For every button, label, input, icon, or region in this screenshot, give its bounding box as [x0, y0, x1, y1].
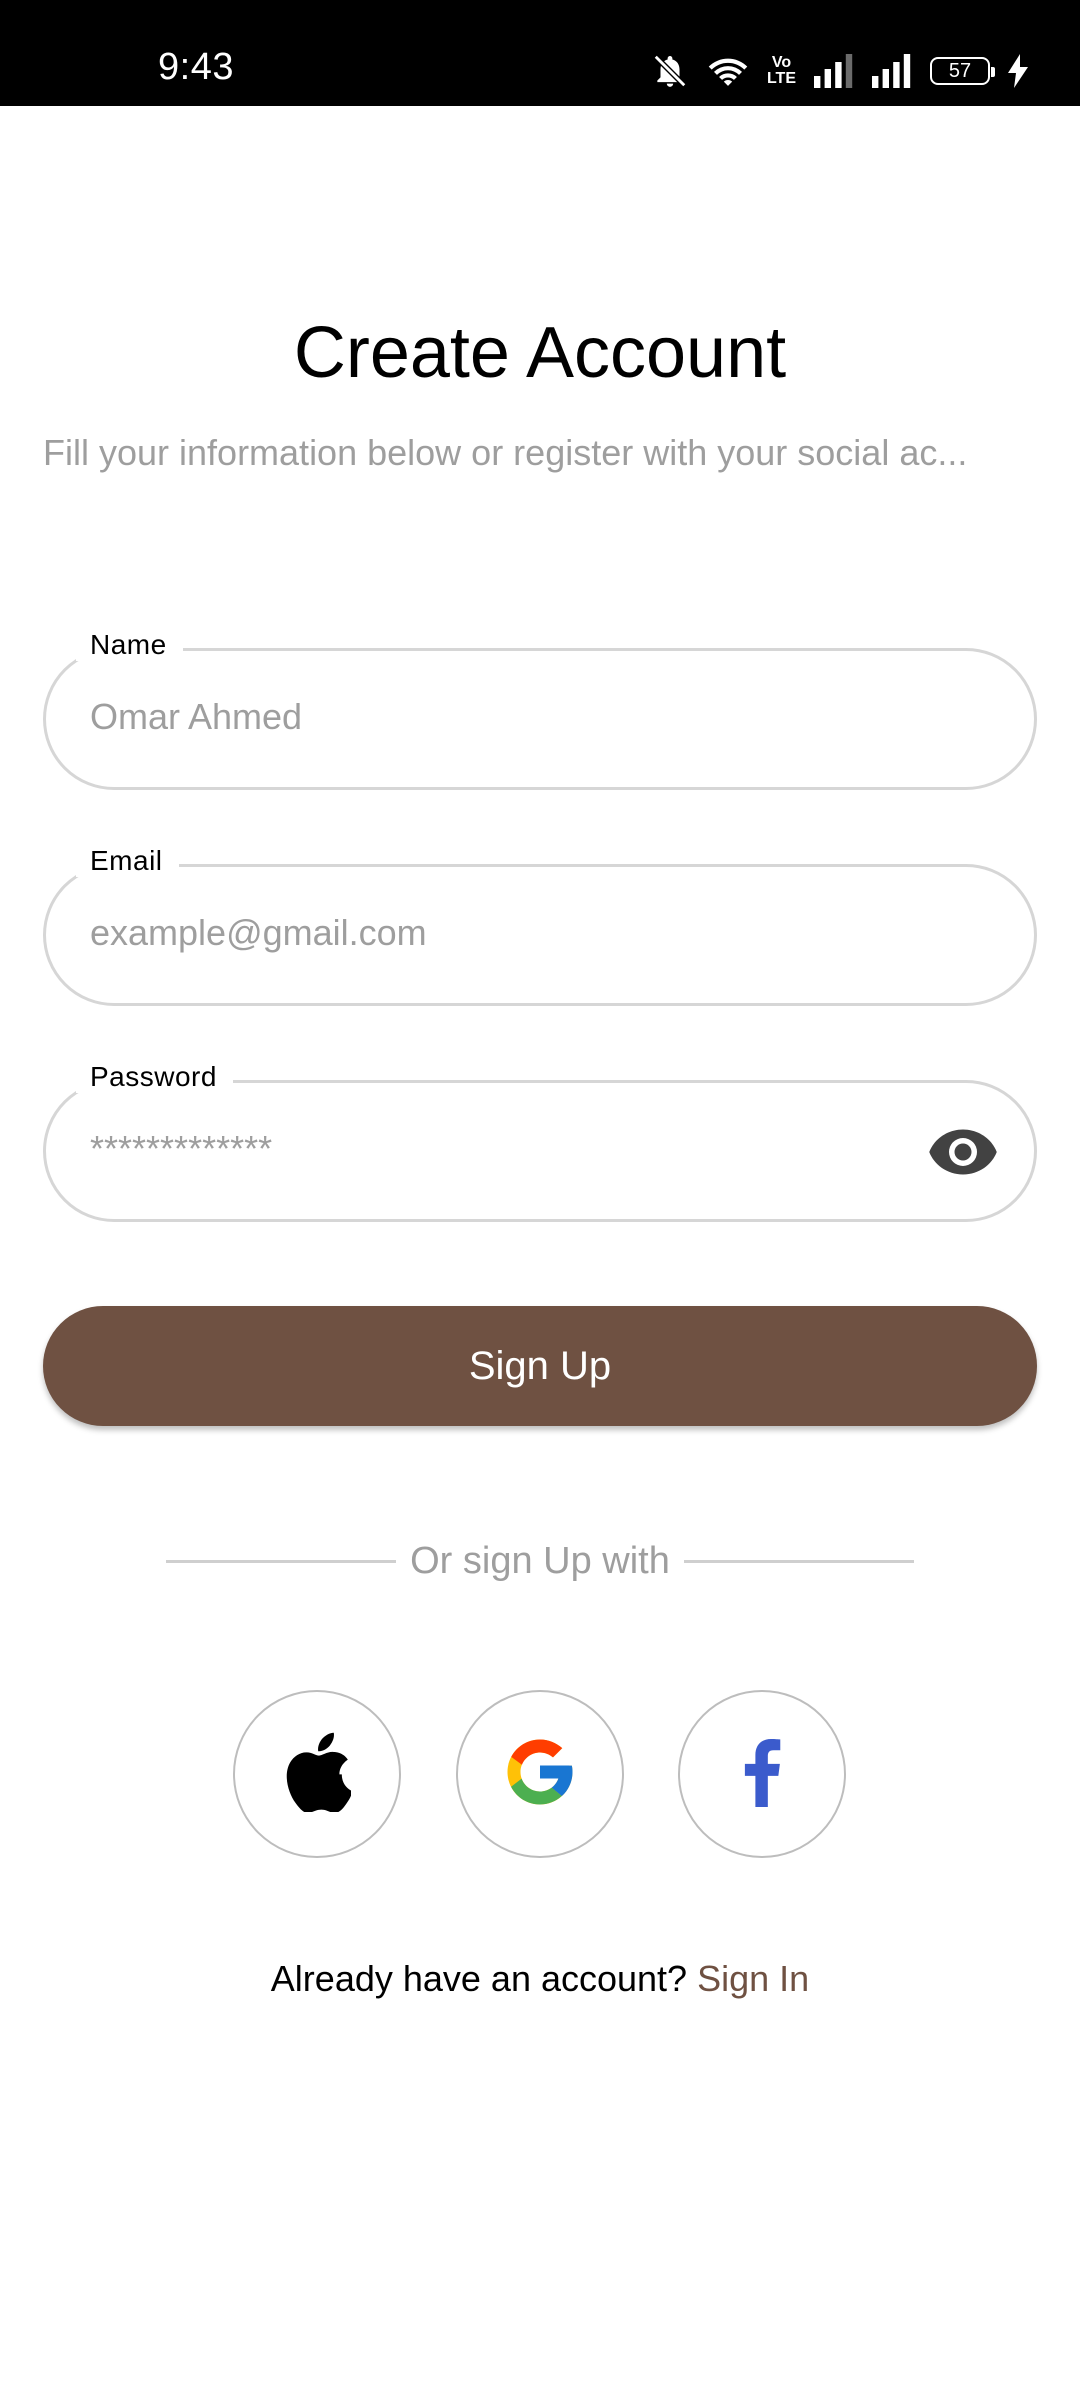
divider-line-left	[166, 1560, 397, 1563]
sign-in-link[interactable]: Sign In	[697, 1958, 809, 1999]
divider-line-right	[683, 1560, 914, 1563]
social-divider: Or sign Up with	[166, 1540, 914, 1583]
sign-in-row: Already have an account? Sign In	[0, 1958, 1080, 2000]
password-field[interactable]: Password	[43, 1061, 1037, 1222]
volte-line1: Vo	[771, 54, 792, 71]
volte-line2: LTE	[766, 70, 796, 87]
email-field[interactable]: Email	[43, 845, 1037, 1006]
signal-icon	[872, 54, 912, 88]
volte-icon: Vo LTE	[767, 55, 796, 87]
page-title: Create Account	[293, 313, 787, 393]
sign-up-button[interactable]: Sign Up	[43, 1306, 1037, 1426]
facebook-sign-in-button[interactable]	[678, 1690, 846, 1858]
divider-text: Or sign Up with	[410, 1540, 670, 1582]
page-subtitle: Fill your information below or register …	[43, 432, 968, 473]
password-label: Password	[76, 1061, 233, 1093]
status-bar: 9:43 Vo LTE 57	[0, 0, 1080, 106]
google-sign-in-button[interactable]	[456, 1690, 624, 1858]
name-label: Name	[76, 629, 183, 661]
google-icon	[501, 1733, 579, 1816]
email-input[interactable]	[90, 901, 914, 965]
battery-icon: 57	[930, 57, 995, 85]
name-input[interactable]	[90, 685, 914, 749]
status-icons: Vo LTE 57	[651, 48, 1028, 94]
facebook-icon	[742, 1737, 782, 1812]
apple-sign-in-button[interactable]	[233, 1690, 401, 1858]
bell-off-icon	[651, 52, 689, 90]
apple-icon	[283, 1732, 353, 1817]
wifi-icon	[707, 53, 749, 89]
name-field[interactable]: Name	[43, 629, 1037, 790]
password-input[interactable]	[90, 1117, 914, 1181]
sign-in-prompt: Already have an account?	[270, 1958, 688, 1999]
eye-icon[interactable]	[928, 1127, 998, 1177]
charging-icon	[1008, 54, 1028, 88]
status-time: 9:43	[158, 46, 234, 88]
email-label: Email	[76, 845, 179, 877]
signal-icon	[814, 54, 854, 88]
battery-level: 57	[948, 59, 972, 82]
